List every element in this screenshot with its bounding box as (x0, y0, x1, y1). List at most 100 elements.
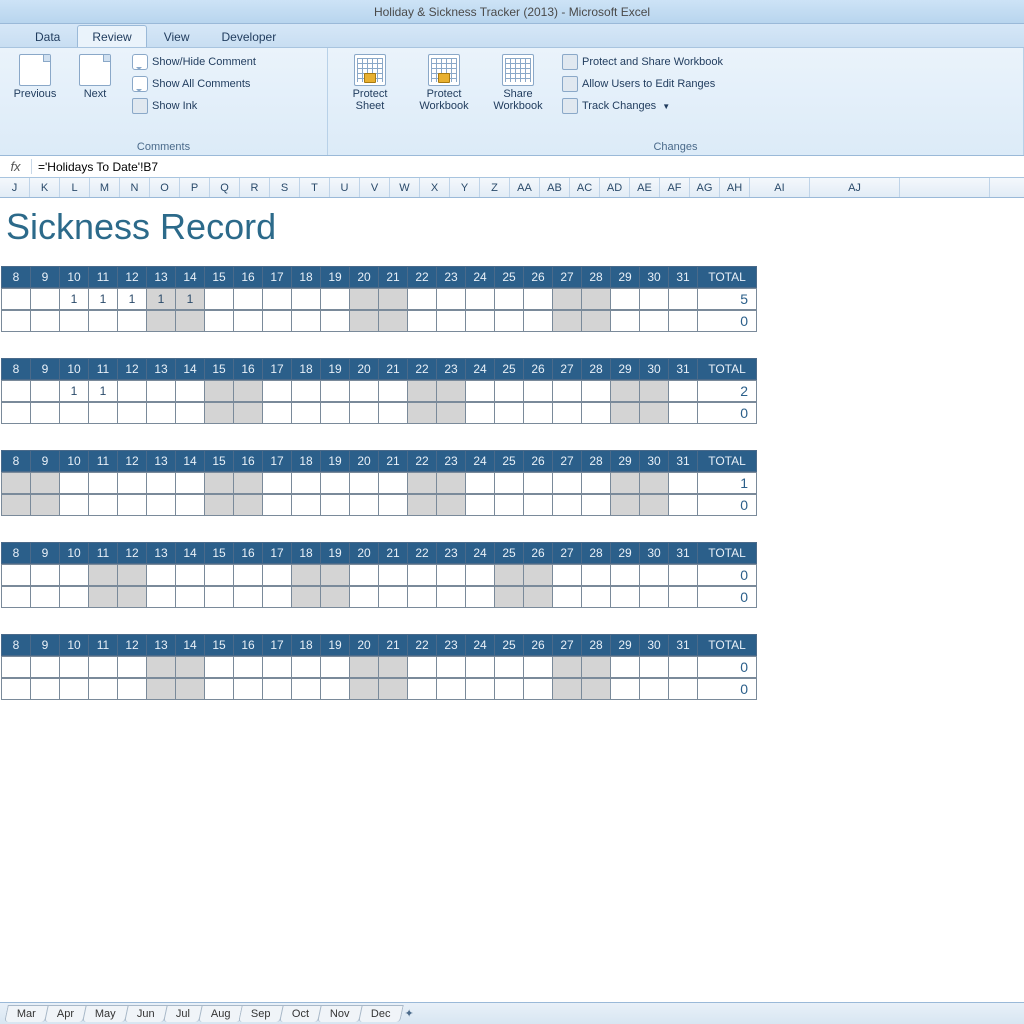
data-cell[interactable] (204, 380, 234, 402)
data-cell[interactable] (581, 564, 611, 586)
data-cell[interactable] (436, 288, 466, 310)
data-cell[interactable] (146, 494, 176, 516)
column-header[interactable]: AA (510, 178, 540, 197)
data-cell[interactable] (262, 402, 292, 424)
sheet-tab[interactable]: Jul (163, 1005, 203, 1022)
data-cell[interactable] (407, 310, 437, 332)
data-cell[interactable] (494, 678, 524, 700)
data-cell[interactable] (610, 288, 640, 310)
column-header[interactable]: Z (480, 178, 510, 197)
sheet-tab[interactable]: Aug (198, 1005, 243, 1022)
data-cell[interactable] (465, 472, 495, 494)
data-cell[interactable] (494, 564, 524, 586)
data-cell[interactable] (610, 656, 640, 678)
data-cell[interactable] (30, 472, 60, 494)
data-cell[interactable] (175, 380, 205, 402)
data-cell[interactable] (668, 288, 698, 310)
fx-button[interactable]: fx (0, 159, 32, 174)
column-header[interactable]: AD (600, 178, 630, 197)
data-cell[interactable] (59, 472, 89, 494)
data-cell[interactable] (233, 494, 263, 516)
data-cell[interactable] (204, 656, 234, 678)
data-cell[interactable] (378, 402, 408, 424)
data-cell[interactable] (552, 310, 582, 332)
data-cell[interactable] (523, 288, 553, 310)
data-cell[interactable] (407, 402, 437, 424)
data-cell[interactable] (320, 380, 350, 402)
sheet-tab[interactable]: Jun (124, 1005, 167, 1022)
data-cell[interactable] (668, 402, 698, 424)
data-cell[interactable] (146, 656, 176, 678)
data-cell[interactable] (88, 310, 118, 332)
data-cell[interactable] (291, 656, 321, 678)
column-header[interactable] (990, 178, 1024, 197)
data-cell[interactable] (204, 402, 234, 424)
column-header[interactable]: N (120, 178, 150, 197)
column-header[interactable]: J (0, 178, 30, 197)
data-cell[interactable] (349, 402, 379, 424)
column-header[interactable]: R (240, 178, 270, 197)
data-cell[interactable] (494, 472, 524, 494)
data-cell[interactable] (639, 472, 669, 494)
data-cell[interactable] (494, 380, 524, 402)
sheet-tab[interactable]: Dec (358, 1005, 403, 1022)
data-cell[interactable] (465, 656, 495, 678)
data-cell[interactable] (523, 380, 553, 402)
data-cell[interactable] (436, 380, 466, 402)
data-cell[interactable] (668, 678, 698, 700)
sheet-tab[interactable]: Sep (238, 1005, 283, 1022)
sheet-tab[interactable]: May (82, 1005, 128, 1022)
data-cell[interactable] (610, 472, 640, 494)
tab-developer[interactable]: Developer (207, 25, 292, 47)
column-header[interactable]: U (330, 178, 360, 197)
data-cell[interactable] (320, 586, 350, 608)
column-header[interactable]: AE (630, 178, 660, 197)
data-cell[interactable] (552, 494, 582, 516)
column-header[interactable]: P (180, 178, 210, 197)
data-cell[interactable] (59, 494, 89, 516)
data-cell[interactable] (378, 678, 408, 700)
data-cell[interactable] (465, 494, 495, 516)
data-cell[interactable] (465, 564, 495, 586)
data-cell[interactable] (523, 472, 553, 494)
insert-sheet-icon[interactable]: ✦ (401, 1006, 417, 1022)
data-cell[interactable] (523, 310, 553, 332)
data-cell[interactable] (349, 564, 379, 586)
data-cell[interactable] (349, 494, 379, 516)
data-cell[interactable] (88, 586, 118, 608)
data-cell[interactable] (175, 494, 205, 516)
data-cell[interactable] (30, 678, 60, 700)
data-cell[interactable] (233, 564, 263, 586)
data-cell[interactable] (610, 586, 640, 608)
data-cell[interactable] (407, 678, 437, 700)
data-cell[interactable] (30, 380, 60, 402)
data-cell[interactable] (175, 586, 205, 608)
data-cell[interactable] (146, 586, 176, 608)
data-cell[interactable] (552, 402, 582, 424)
column-header[interactable]: AI (750, 178, 810, 197)
data-cell[interactable] (204, 564, 234, 586)
column-header[interactable] (900, 178, 990, 197)
data-cell[interactable] (465, 402, 495, 424)
data-cell[interactable] (88, 564, 118, 586)
data-cell[interactable] (349, 656, 379, 678)
data-cell[interactable] (291, 472, 321, 494)
data-cell[interactable] (262, 288, 292, 310)
data-cell[interactable] (175, 678, 205, 700)
data-cell[interactable] (581, 678, 611, 700)
data-cell[interactable] (262, 472, 292, 494)
data-cell[interactable] (204, 310, 234, 332)
data-cell[interactable] (581, 402, 611, 424)
data-cell[interactable] (494, 656, 524, 678)
data-cell[interactable] (1, 564, 31, 586)
data-cell[interactable] (436, 472, 466, 494)
data-cell[interactable] (523, 494, 553, 516)
data-cell[interactable] (233, 288, 263, 310)
data-cell[interactable] (1, 288, 31, 310)
data-cell[interactable] (407, 656, 437, 678)
data-cell[interactable] (407, 472, 437, 494)
data-cell[interactable] (30, 402, 60, 424)
data-cell[interactable] (639, 288, 669, 310)
data-cell[interactable] (117, 380, 147, 402)
data-cell[interactable] (581, 310, 611, 332)
